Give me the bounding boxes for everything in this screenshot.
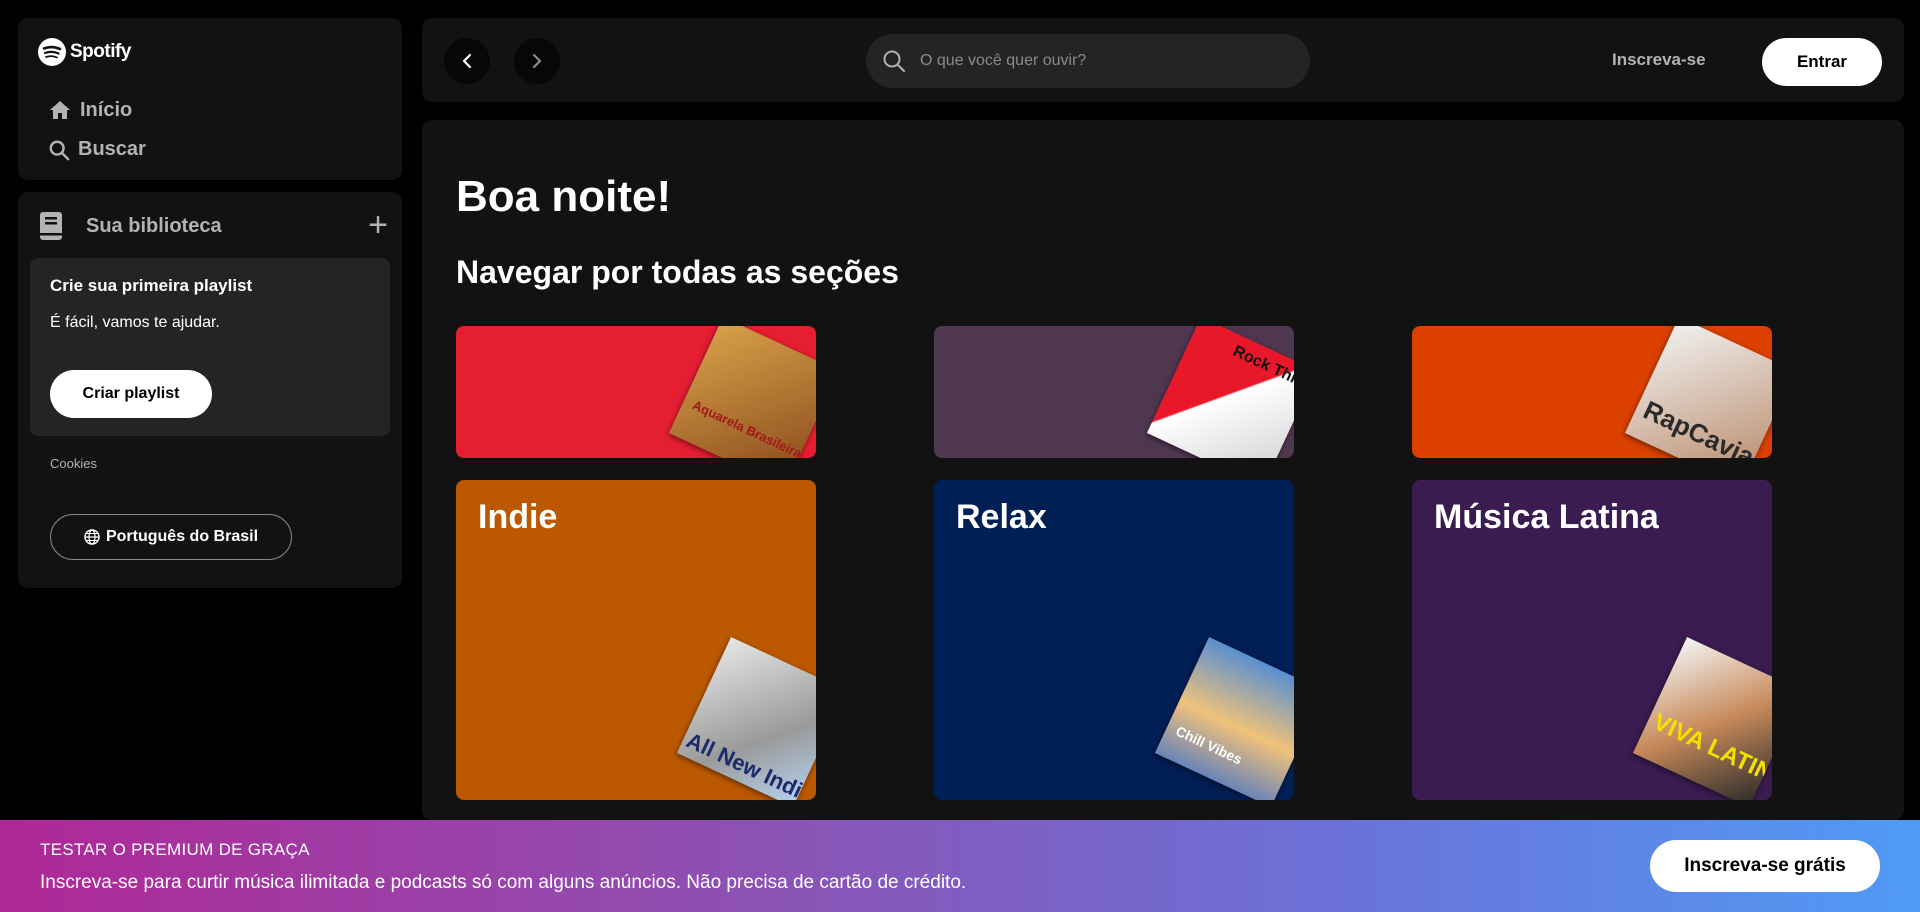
nav-label-search: Buscar [78,138,146,160]
cover-text: Aquarela Brasileira [690,397,805,458]
genre-tile-top-2[interactable]: Rock This [934,326,1294,458]
globe-icon [84,529,100,545]
genre-tile-musica-latina[interactable]: Música Latina VIVA LATINO [1412,480,1772,800]
create-playlist-heading: Crie sua primeira playlist [50,276,253,295]
section-title: Navegar por todas as seções [456,254,899,290]
playlist-cover: VIVA LATINO [1632,636,1772,800]
create-playlist-subtext: É fácil, vamos te ajudar. [50,314,220,331]
playlist-cover: Rock This [1146,326,1294,458]
nav-label-home: Início [80,98,133,121]
sidebar-library-panel: Sua biblioteca + Crie sua primeira playl… [18,192,402,588]
cover-text: VIVA LATINO [1648,708,1772,796]
genre-tile-top-3[interactable]: RapCaviar [1412,326,1772,458]
language-label: Português do Brasil [105,528,259,545]
search-icon [883,50,905,72]
language-button[interactable]: Português do Brasil [50,514,292,560]
spotify-logo-icon [38,38,66,66]
banner-signup-button[interactable]: Inscreva-se grátis [1650,840,1880,892]
cover-text: Chill Vibes [1173,722,1245,768]
search-input[interactable] [918,51,1282,71]
search-icon [49,140,70,160]
create-playlist-button[interactable]: Criar playlist [50,370,212,418]
home-icon [50,101,70,119]
chevron-right-icon [532,53,542,69]
spotify-logo[interactable]: Spotify [38,38,131,66]
cookies-link[interactable]: Cookies [50,456,97,471]
banner-title: TESTAR O PREMIUM DE GRAÇA [40,840,310,859]
topbar: Inscreva-se Entrar [422,18,1904,102]
library-header[interactable]: Sua biblioteca + [38,206,388,246]
playlist-cover: RapCaviar [1624,326,1772,458]
genre-tile-label: Música Latina [1434,498,1659,536]
genre-tile-label: Indie [478,498,558,536]
logo-text: Spotify [70,41,131,62]
genre-tile-label: Relax [956,498,1047,536]
nav-item-home[interactable]: Início [48,98,132,122]
cover-text: RapCaviar [1638,394,1769,458]
plus-icon[interactable]: + [368,208,388,242]
create-playlist-card: Crie sua primeira playlist É fácil, vamo… [30,258,390,436]
login-button[interactable]: Entrar [1762,38,1882,86]
premium-banner[interactable]: TESTAR O PREMIUM DE GRAÇA Inscreva-se pa… [0,820,1920,912]
signup-link[interactable]: Inscreva-se [1612,50,1706,70]
nav-item-search[interactable]: Buscar [48,138,146,161]
playlist-cover: Aquarela Brasileira [668,326,816,458]
genre-tile-top-1[interactable]: Aquarela Brasileira [456,326,816,458]
search-bar[interactable] [866,34,1310,88]
genre-tile-relax[interactable]: Relax Chill Vibes [934,480,1294,800]
genre-tile-indie[interactable]: Indie All New Indie [456,480,816,800]
forward-button[interactable] [514,38,560,84]
main-content: Boa noite! Navegar por todas as seções A… [422,120,1904,820]
sidebar-nav-panel: Spotify Início Buscar [18,18,402,180]
cover-text: Rock This [1230,342,1294,391]
playlist-cover: Chill Vibes [1154,636,1294,800]
chevron-left-icon [462,53,472,69]
library-title: Sua biblioteca [86,214,222,237]
playlist-cover: All New Indie [676,636,816,800]
banner-subtitle: Inscreva-se para curtir música ilimitada… [40,872,967,893]
cover-text: All New Indie [682,727,816,800]
library-icon [40,212,62,240]
back-button[interactable] [444,38,490,84]
greeting-heading: Boa noite! [456,172,672,221]
